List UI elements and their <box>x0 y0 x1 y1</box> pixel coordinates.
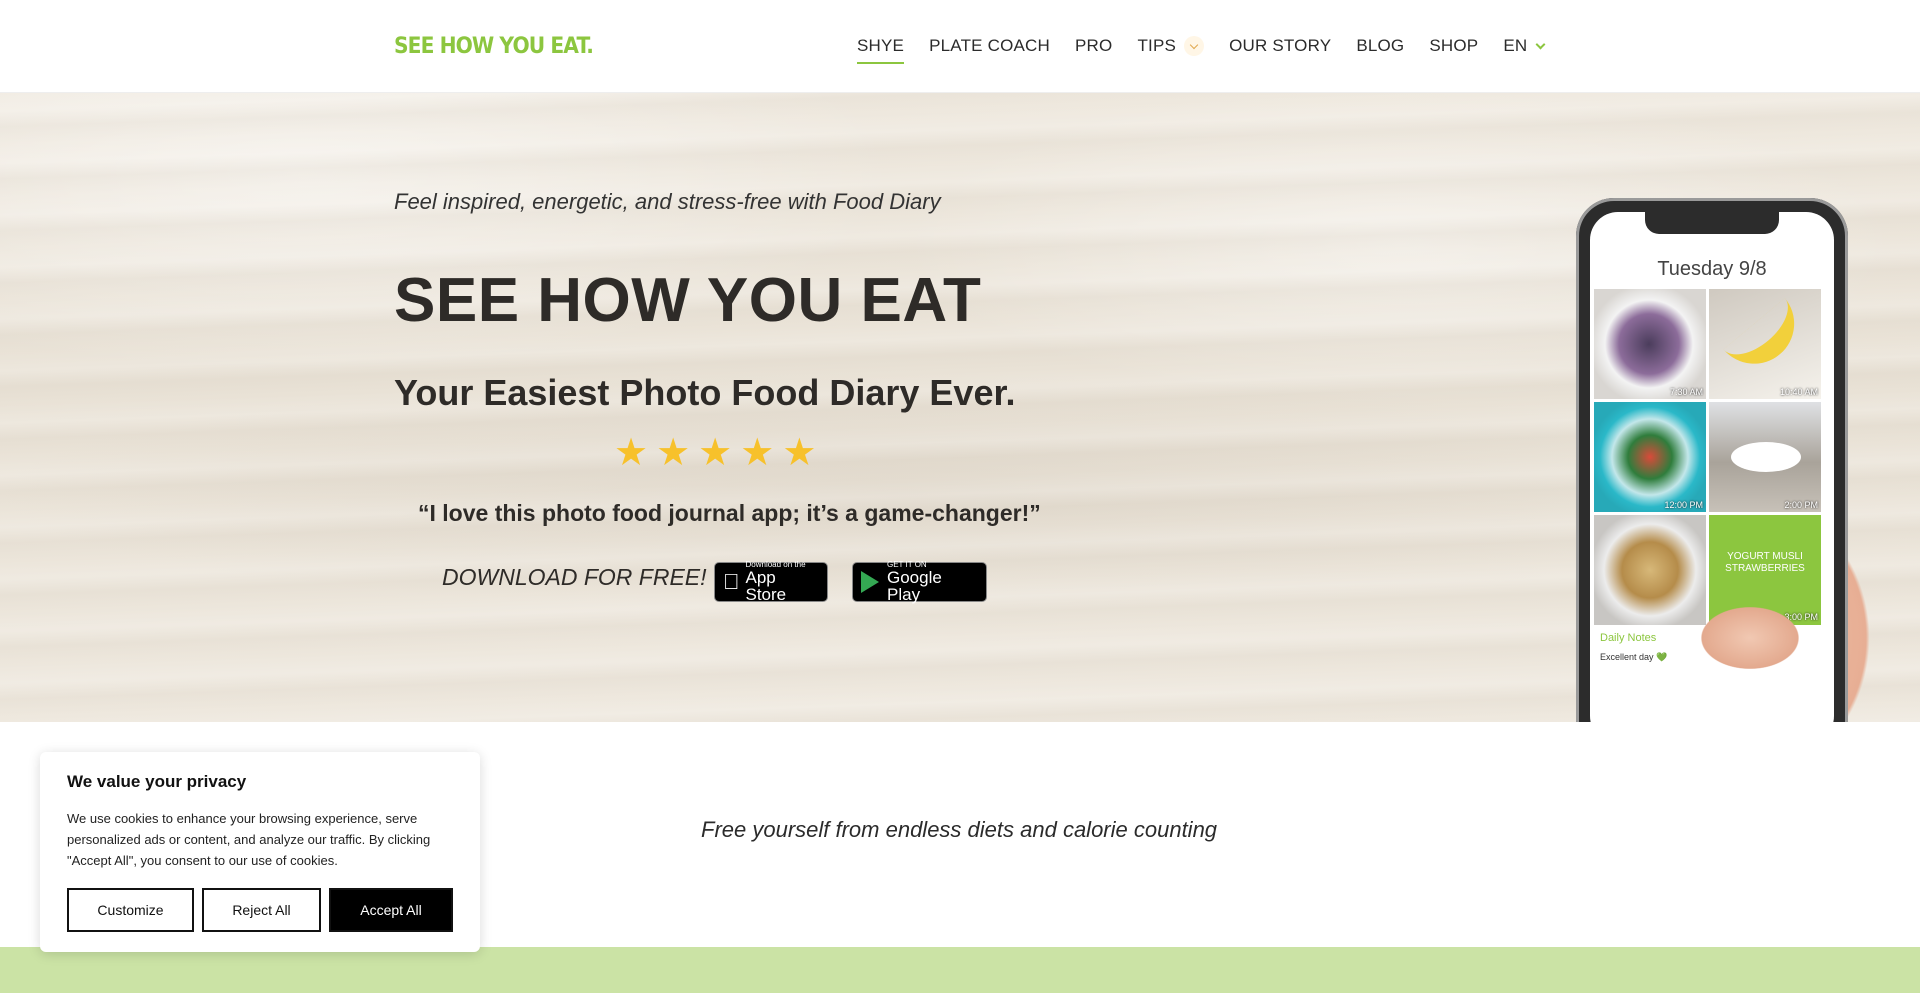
hero-section: Feel inspired, energetic, and stress-fre… <box>0 93 1920 722</box>
accept-all-button[interactable]: Accept All <box>329 888 453 932</box>
customize-button[interactable]: Customize <box>67 888 194 932</box>
food-photo-tile: 2:00 PM <box>1709 402 1821 512</box>
site-logo[interactable]: SEE HOW YOU EAT. <box>394 34 594 59</box>
green-band <box>0 947 1920 993</box>
food-photo-tile: 7:30 AM <box>1594 289 1706 399</box>
phone-notch <box>1645 212 1779 234</box>
nav-item-plate-coach[interactable]: PLATE COACH <box>929 36 1050 56</box>
thumb-image <box>1690 598 1810 678</box>
nav-item-shop[interactable]: SHOP <box>1429 36 1478 56</box>
google-play-big-text: Google Play <box>887 568 942 604</box>
food-photo-tile: 10:40 AM <box>1709 289 1821 399</box>
google-play-button[interactable]: GET IT ON Google Play <box>852 561 987 604</box>
nav-item-pro[interactable]: PRO <box>1075 36 1112 56</box>
cookie-text: We use cookies to enhance your browsing … <box>67 811 431 868</box>
star-icon: ★ <box>614 432 649 474</box>
apple-icon:  <box>723 569 740 595</box>
phone-date: Tuesday 9/8 <box>1657 258 1767 280</box>
cookie-buttons: Customize Reject All Accept All <box>67 888 453 932</box>
food-photo-tile: 12:00 PM <box>1594 402 1706 512</box>
hero-subtitle: Your Easiest Photo Food Diary Ever. <box>394 372 1016 413</box>
star-icon: ★ <box>656 432 691 474</box>
daily-notes-title: Daily Notes <box>1600 632 1657 644</box>
cookie-banner: We value your privacy We use cookies to … <box>40 752 480 952</box>
hero-title: SEE HOW YOU EAT <box>394 266 982 335</box>
star-icon: ★ <box>782 432 817 474</box>
nav-item-shye[interactable]: SHYE <box>857 36 905 64</box>
chevron-down-icon[interactable] <box>1184 36 1205 56</box>
language-selector[interactable]: EN <box>1503 36 1546 56</box>
cookie-title: We value your privacy <box>67 772 247 791</box>
site-header: SEE HOW YOU EAT. SHYE PLATE COACH PRO TI… <box>0 0 1920 93</box>
intro-text: Free yourself from endless diets and cal… <box>701 817 1218 842</box>
app-store-button[interactable]:  Download on the App Store <box>714 561 828 603</box>
nav-item-tips[interactable]: TIPS <box>1137 36 1205 56</box>
app-store-big-text: App Store <box>729 569 805 603</box>
hero-tagline: Feel inspired, energetic, and stress-fre… <box>394 189 941 214</box>
star-icon: ★ <box>698 432 733 474</box>
food-photo-grid: 7:30 AM 10:40 AM 12:00 PM 2:00 PM YOGURT… <box>1594 289 1821 625</box>
reject-all-button[interactable]: Reject All <box>202 888 321 932</box>
phone-mockup: Tuesday 9/8 7:30 AM 10:40 AM 12:00 PM 2:… <box>1520 198 1920 722</box>
testimonial-quote: “I love this photo food journal app; it’… <box>418 500 1041 526</box>
download-label: DOWNLOAD FOR FREE! <box>442 564 707 590</box>
rating-stars: ★ ★ ★ ★ ★ <box>614 434 816 472</box>
main-nav: SHYE PLATE COACH PRO TIPS OUR STORY BLOG… <box>857 36 1569 64</box>
star-icon: ★ <box>740 432 775 474</box>
chevron-down-icon <box>1535 39 1546 49</box>
nav-item-our-story[interactable]: OUR STORY <box>1229 36 1331 56</box>
daily-notes-text: Excellent day 💚 <box>1600 652 1668 662</box>
nav-item-blog[interactable]: BLOG <box>1356 36 1404 56</box>
google-play-icon <box>861 571 879 593</box>
